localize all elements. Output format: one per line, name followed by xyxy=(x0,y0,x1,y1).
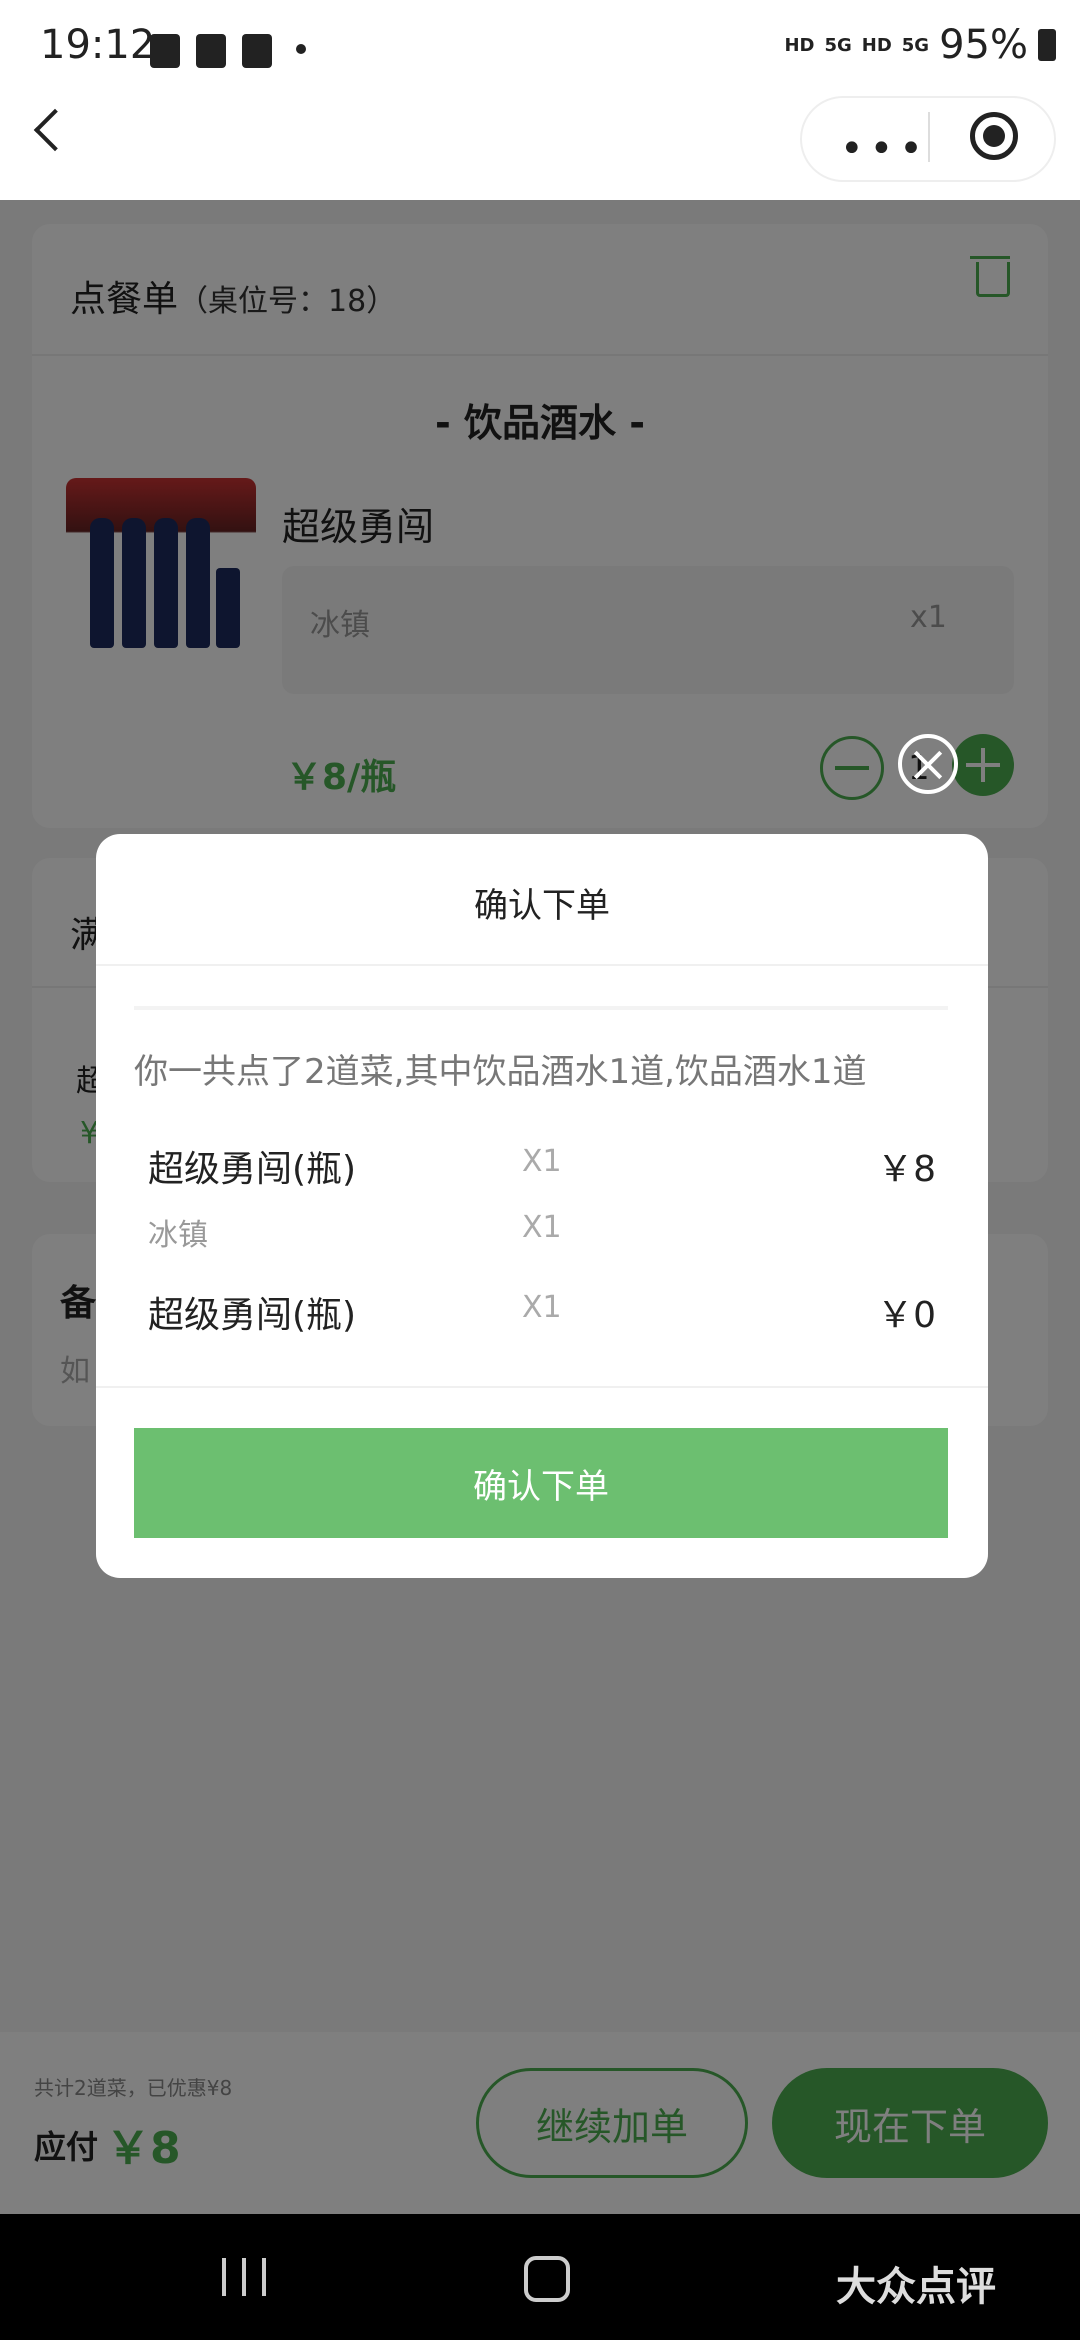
modal-item-price: ￥8 xyxy=(877,1149,936,1190)
more-icon[interactable]: ••• xyxy=(840,126,929,172)
battery-percent: 95% xyxy=(939,22,1028,68)
watermark: 大众点评 xyxy=(836,2264,996,2310)
network-label-4: 5G xyxy=(901,34,930,56)
modal-item-qty: X1 xyxy=(522,1290,562,1325)
modal-item-name: 超级勇闯(瓶) xyxy=(148,1295,357,1336)
network-label-2: 5G xyxy=(824,34,852,56)
network-label-3: HD xyxy=(861,34,892,56)
modal-divider xyxy=(96,964,988,966)
modal-divider-2 xyxy=(134,1006,948,1010)
modal-item-price: ￥0 xyxy=(877,1295,936,1336)
confirm-order-button[interactable]: 确认下单 xyxy=(134,1428,948,1538)
close-icon[interactable] xyxy=(898,734,958,794)
status-time: 19:12 xyxy=(40,22,156,68)
modal-summary: 你一共点了2道菜,其中饮品酒水1道,饮品酒水1道 xyxy=(134,1052,867,1092)
modal-spec-name: 冰镇 xyxy=(148,1218,208,1253)
modal-item-qty: X1 xyxy=(522,1144,562,1179)
target-dot xyxy=(983,125,1005,147)
dot-icon xyxy=(296,44,306,54)
network-label-1: HD xyxy=(784,34,815,56)
capsule-divider xyxy=(928,112,930,162)
home-icon[interactable] xyxy=(524,2256,570,2302)
recent-apps-icon[interactable] xyxy=(222,2258,266,2296)
status-right: HD 5G HD 5G 95% xyxy=(784,22,1056,68)
modal-divider-3 xyxy=(96,1386,988,1388)
checkbox-icon xyxy=(150,34,180,68)
modal-title: 确认下单 xyxy=(474,886,610,926)
bag-icon xyxy=(242,34,272,68)
battery-icon xyxy=(1038,29,1056,61)
image-icon xyxy=(196,34,226,68)
modal-spec-qty: X1 xyxy=(522,1210,562,1245)
modal-item-name: 超级勇闯(瓶) xyxy=(148,1149,357,1190)
